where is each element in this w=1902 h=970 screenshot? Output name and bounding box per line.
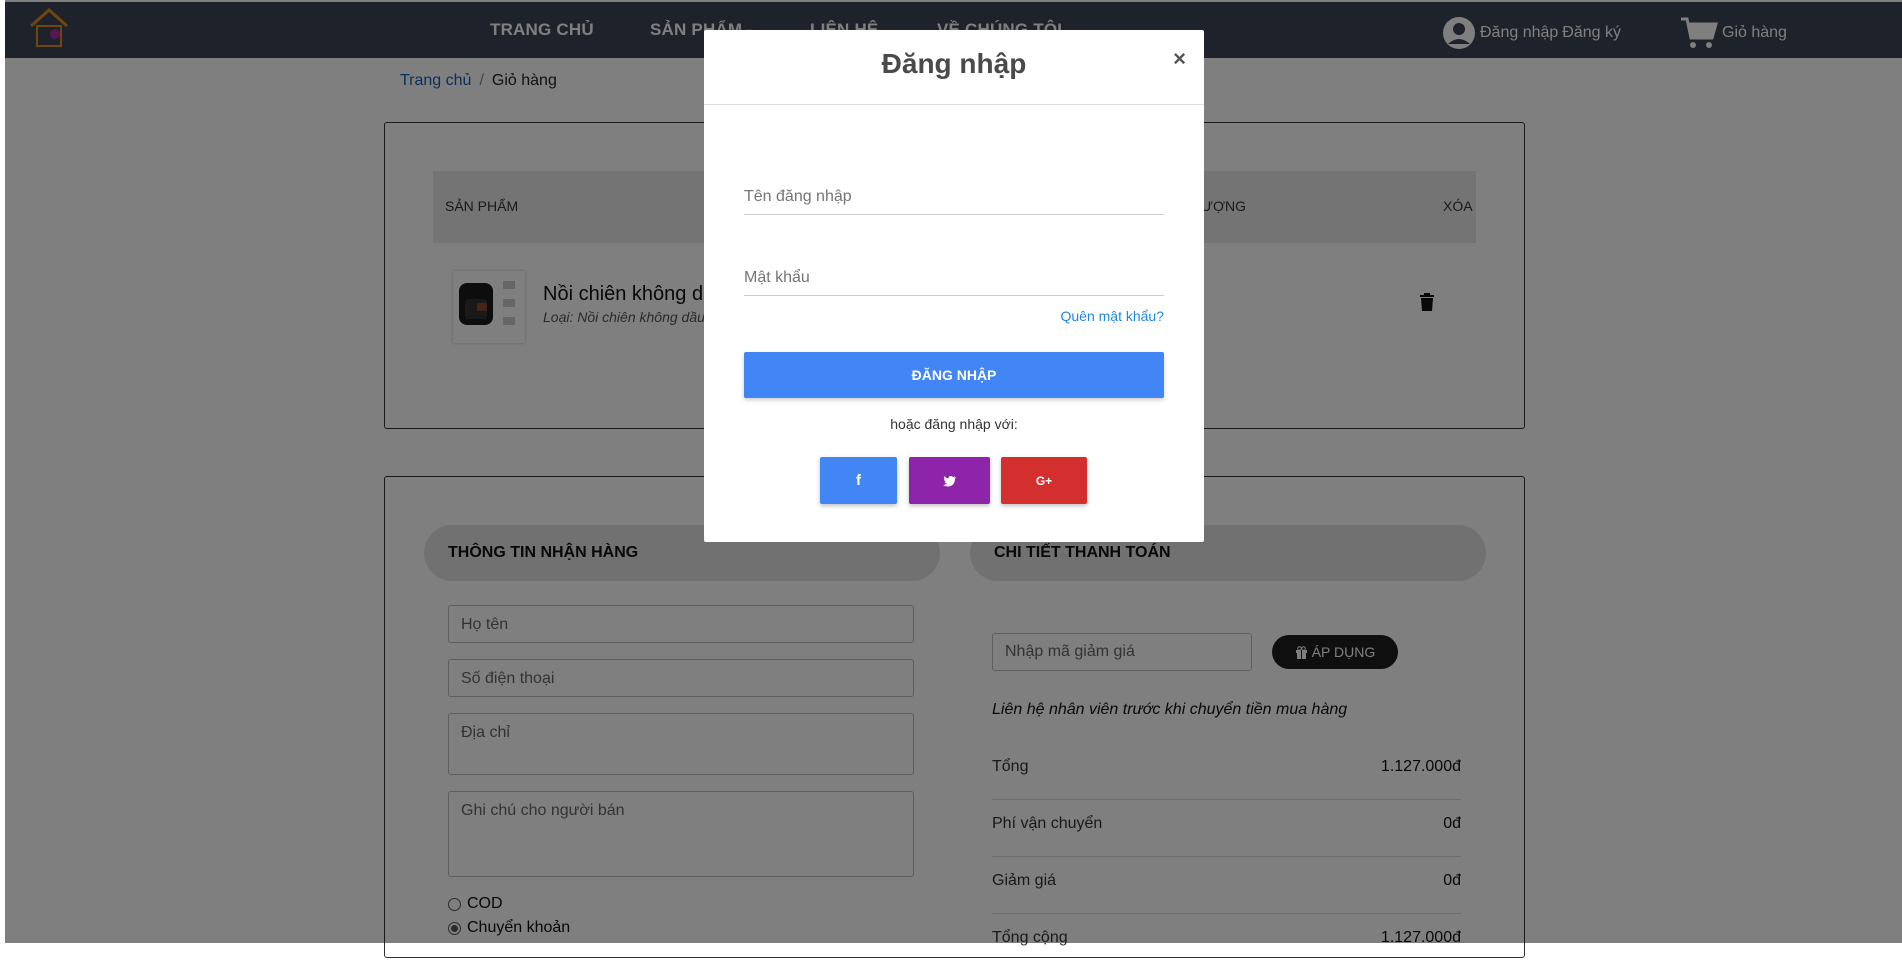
login-modal: Đăng nhập × Quên mật khẩu? ĐĂNG NHẬP hoặ… — [704, 30, 1204, 542]
login-modal-title: Đăng nhập — [881, 48, 1027, 79]
twitter-login-button[interactable] — [909, 457, 990, 504]
forgot-password-link[interactable]: Quên mật khẩu? — [1060, 308, 1164, 324]
google-plus-icon: G+ — [1035, 473, 1053, 488]
password-input[interactable] — [744, 261, 1164, 296]
username-input[interactable] — [744, 180, 1164, 215]
facebook-login-button[interactable]: f — [820, 457, 897, 504]
login-modal-header: Đăng nhập × — [704, 30, 1204, 105]
login-submit-button[interactable]: ĐĂNG NHẬP — [744, 352, 1164, 398]
facebook-icon: f — [856, 472, 861, 489]
twitter-icon — [942, 475, 956, 486]
social-login-caption: hoặc đăng nhập với: — [890, 416, 1018, 432]
google-plus-login-button[interactable]: G+ — [1001, 457, 1087, 504]
left-edge — [0, 0, 5, 943]
close-icon[interactable]: × — [1173, 46, 1186, 72]
